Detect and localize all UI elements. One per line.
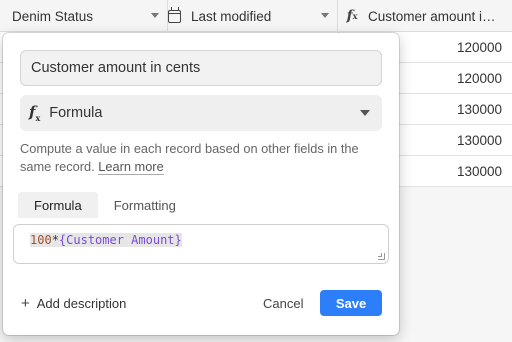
field-name-input[interactable]	[20, 50, 382, 86]
formula-operator: *	[51, 233, 59, 247]
formula-icon: fx	[346, 8, 358, 24]
column-label: Customer amount i…	[368, 8, 496, 24]
formula-number: 100	[30, 233, 52, 247]
formula-icon: fx	[29, 103, 41, 123]
field-type-select[interactable]: fx Formula	[20, 95, 382, 131]
add-description-label: Add description	[36, 295, 127, 311]
table-cell[interactable]: 130000	[457, 164, 502, 179]
table-cell[interactable]: 120000	[457, 71, 502, 86]
chevron-down-icon[interactable]	[151, 13, 159, 18]
help-text: Compute a value in each record based on …	[20, 141, 359, 174]
tab-formula[interactable]: Formula	[18, 192, 98, 218]
resize-handle-icon[interactable]	[378, 253, 385, 260]
formula-field-reference: {Customer Amount}	[58, 233, 182, 247]
table-cell[interactable]: 130000	[457, 133, 502, 148]
plus-icon: +	[21, 294, 30, 312]
field-config-popover: fx Formula Compute a value in each recor…	[3, 33, 399, 335]
chevron-down-icon	[360, 110, 370, 116]
table-cell[interactable]: 130000	[457, 102, 502, 117]
formula-editor[interactable]: 100*{Customer Amount}	[13, 224, 389, 264]
config-tabs: Formula Formatting	[18, 192, 192, 218]
column-label: Denim Status	[12, 8, 94, 24]
column-header-customer-amount[interactable]: fx Customer amount i…	[338, 0, 512, 32]
table-cell[interactable]: 120000	[457, 40, 502, 55]
add-description-button[interactable]: + Add description	[21, 292, 126, 314]
formula-expression: 100*{Customer Amount}	[30, 233, 182, 247]
chevron-down-icon[interactable]	[321, 13, 329, 18]
cancel-button[interactable]: Cancel	[255, 290, 311, 316]
tab-formatting[interactable]: Formatting	[98, 192, 192, 218]
calendar-icon	[168, 6, 181, 23]
save-button[interactable]: Save	[320, 290, 382, 316]
field-type-description: Compute a value in each record based on …	[20, 140, 385, 176]
column-header-last-modified[interactable]: Last modified	[168, 0, 338, 32]
column-header-denim-status[interactable]: Denim Status	[0, 0, 168, 32]
learn-more-link[interactable]: Learn more	[98, 159, 164, 175]
grid-header: Denim Status Last modified fx Customer a…	[0, 0, 512, 32]
column-label: Last modified	[191, 8, 272, 24]
field-type-label: Formula	[49, 105, 103, 121]
